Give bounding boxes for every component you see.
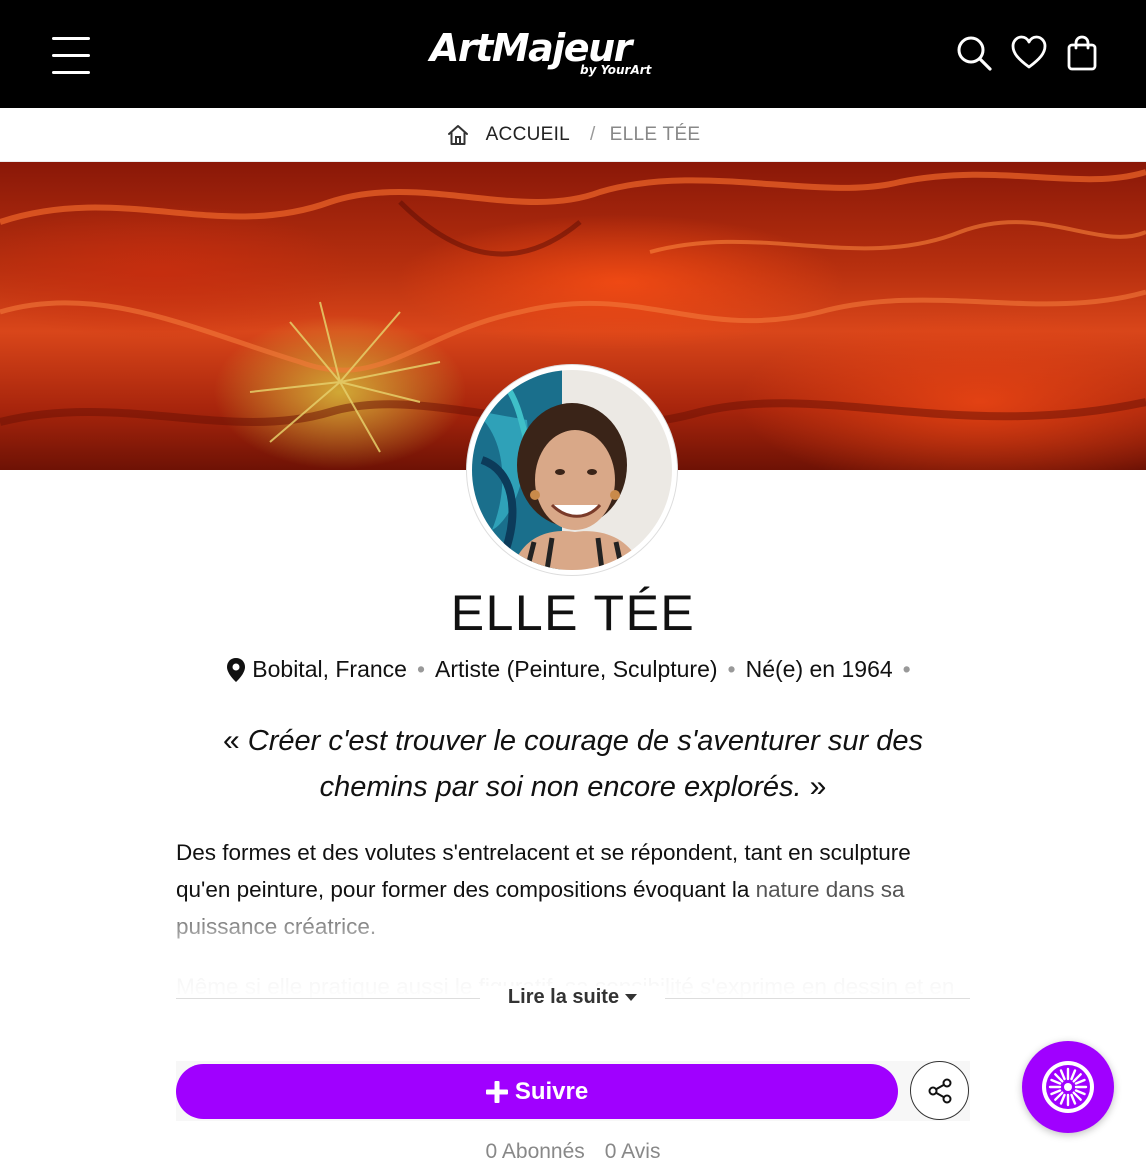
home-icon[interactable] [446, 123, 470, 147]
location-pin-icon [227, 657, 246, 682]
followers-count[interactable]: 0 Abonnés [486, 1140, 585, 1163]
menu-icon[interactable] [52, 36, 90, 74]
breadcrumb-home-link[interactable]: ACCUEIL [486, 124, 570, 146]
reviews-count[interactable]: 0 Avis [605, 1140, 661, 1163]
artist-quote: « Créer c'est trouver le courage de s'av… [176, 718, 970, 810]
heart-icon[interactable] [1010, 34, 1048, 72]
artist-birth-year: Né(e) en 1964 [745, 656, 893, 682]
artist-bio: Des formes et des volutes s'entrelacent … [176, 834, 970, 1004]
artist-location: Bobital, France [252, 656, 407, 682]
logo-subtext: by YourArt [580, 63, 652, 77]
chat-assistant-button[interactable] [1022, 1041, 1114, 1133]
breadcrumb: ACCUEIL / ELLE TÉE [0, 108, 1146, 162]
burst-icon [1042, 1061, 1094, 1113]
follow-button[interactable]: Suivre [176, 1064, 898, 1119]
read-more-button[interactable]: Lire la suite [480, 986, 665, 1009]
caret-down-icon [625, 994, 638, 1002]
plus-icon [485, 1080, 508, 1103]
artist-name: ELLE TÉE [450, 585, 696, 641]
share-button[interactable] [910, 1061, 969, 1120]
top-navigation-bar: ArtMajeur by YourArt [0, 0, 1146, 108]
profile-stats: 0 Abonnés 0 Avis [0, 1140, 1146, 1163]
artist-avatar [467, 365, 677, 575]
quote-open-mark: « [223, 724, 240, 757]
artist-meta: Bobital, France • Artiste (Peinture, Scu… [0, 656, 1146, 683]
meta-separator: • [416, 656, 426, 682]
quote-close-mark: » [809, 770, 827, 803]
artist-role: Artiste (Peinture, Sculpture) [435, 656, 718, 682]
meta-separator: • [902, 656, 911, 682]
search-icon[interactable] [955, 34, 993, 72]
meta-separator: • [727, 656, 736, 682]
breadcrumb-current: ELLE TÉE [609, 124, 701, 145]
divider [176, 998, 480, 999]
artmajeur-logo[interactable]: ArtMajeur by YourArt [430, 26, 660, 82]
shopping-bag-icon[interactable] [1063, 34, 1101, 72]
follow-label: Suivre [514, 1077, 589, 1105]
divider [665, 998, 970, 999]
read-more-label: Lire la suite [507, 986, 620, 1008]
breadcrumb-separator: / [590, 124, 596, 145]
share-icon [928, 1078, 951, 1103]
